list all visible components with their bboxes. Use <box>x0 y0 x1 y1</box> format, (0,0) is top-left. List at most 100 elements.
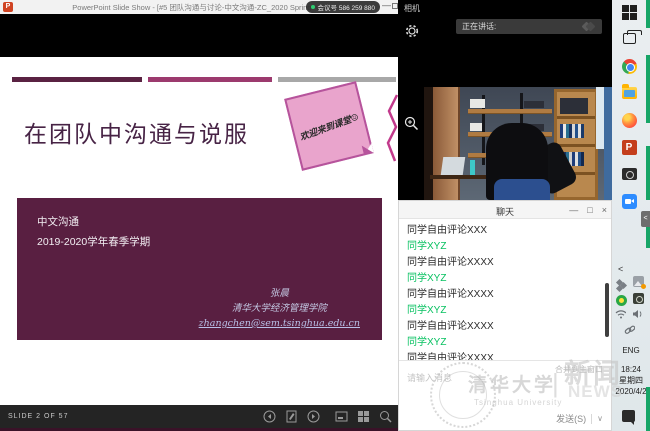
chat-message: 同学自由评论XXXX <box>407 319 597 335</box>
chrome-icon[interactable] <box>621 58 637 74</box>
settings-gear-icon[interactable] <box>405 24 419 38</box>
system-tray: < ENG 18:24 星期四 2020/4/2 <box>612 262 650 273</box>
tencent-meeting-icon[interactable] <box>621 193 637 209</box>
see-all-slides-icon[interactable] <box>357 410 370 423</box>
author-affiliation: 清华大学经济管理学院 <box>199 301 360 316</box>
camera-app-icon[interactable] <box>621 166 637 182</box>
clock-time: 18:24 <box>612 364 650 375</box>
minimize-button[interactable]: — <box>382 0 391 10</box>
meeting-video-panel: 相机 正在讲话: <box>398 0 612 200</box>
task-view-icon[interactable] <box>621 31 637 47</box>
dropbox-icon[interactable] <box>616 280 627 291</box>
speaking-indicator-bar: 正在讲话: <box>456 19 602 34</box>
door-opening <box>424 87 433 200</box>
powerpoint-window: P PowerPoint Slide Show - [#5 团队沟通与讨论-中文… <box>0 0 398 431</box>
chat-header[interactable]: 聊天 — □ × <box>399 201 611 219</box>
speaking-label: 正在讲话: <box>462 21 583 32</box>
desk <box>430 175 488 179</box>
camera-label: 相机 <box>404 3 420 14</box>
start-icon[interactable] <box>621 4 637 20</box>
clock-weekday: 星期四 <box>612 375 650 386</box>
language-indicator[interactable]: ENG <box>612 346 650 355</box>
author-name: 张晨 <box>199 286 360 301</box>
recording-dot-icon <box>311 5 315 9</box>
chat-message: 同学自由评论XXXX <box>407 255 597 271</box>
presenter-toolbar: SLIDE 2 OF 57 <box>0 405 398 428</box>
merge-to-main-link[interactable]: 合并到主窗口 <box>555 364 603 375</box>
books <box>560 124 584 138</box>
shelf-item <box>524 101 544 108</box>
chat-maximize-button[interactable]: □ <box>587 205 592 215</box>
storage-box <box>470 123 482 131</box>
open-door <box>433 87 460 200</box>
sticky-fold-shadow <box>362 143 374 155</box>
wall-shelf <box>468 109 552 114</box>
author-email-link[interactable]: zhangchen@sem.tsinghua.edu.cn <box>199 318 360 329</box>
author-credit: 张晨 清华大学经济管理学院 zhangchen@sem.tsinghua.edu… <box>199 286 360 331</box>
taskbar: P < < ENG 18:24 星期四 2020/4/2 <box>612 0 650 431</box>
zoom-in-magnifier-icon[interactable] <box>404 116 419 131</box>
blue-curtain <box>604 87 612 200</box>
link-icon[interactable] <box>624 324 635 335</box>
desktop-screen: P PowerPoint Slide Show - [#5 团队沟通与讨论-中文… <box>0 0 650 431</box>
sticky-note: 欢迎来到课堂☺ <box>284 81 374 171</box>
chat-scrollbar-thumb[interactable] <box>605 283 609 337</box>
chat-message: 同学XYZ <box>407 271 597 287</box>
chat-message: 同学自由评论XXX <box>407 223 597 239</box>
webcam-video-feed[interactable] <box>424 87 612 200</box>
course-name: 中文沟通 <box>37 214 79 229</box>
chat-message: 同学XYZ <box>407 303 597 319</box>
laptop <box>441 157 466 175</box>
taskbar-clock[interactable]: 18:24 星期四 2020/4/2 <box>612 364 650 397</box>
photos-icon[interactable] <box>633 276 644 287</box>
pen-annotate-icon[interactable] <box>285 410 298 423</box>
edge-strip <box>646 387 650 431</box>
action-center-icon[interactable] <box>622 410 635 422</box>
slide-canvas[interactable]: 在团队中沟通与说服 欢迎来到课堂☺ 中文沟通 2019-2020学年春季学期 张… <box>0 57 398 405</box>
slide-title: 在团队中沟通与说服 <box>24 115 249 149</box>
clock-date: 2020/4/2 <box>612 386 650 397</box>
chat-minimize-button[interactable]: — <box>569 205 578 215</box>
meeting-id-text: 会议号 586 259 880 <box>318 2 375 12</box>
edge-strip <box>646 146 650 200</box>
send-button[interactable]: 发送(S) <box>556 412 586 425</box>
firefox-icon[interactable] <box>621 112 637 128</box>
course-info-box: 中文沟通 2019-2020学年春季学期 张晨 清华大学经济管理学院 zhang… <box>17 198 382 340</box>
magenta-ribbon-decoration <box>384 93 398 163</box>
security-green-icon[interactable] <box>616 295 627 306</box>
file-explorer-icon[interactable] <box>621 85 637 101</box>
next-slide-icon[interactable] <box>307 410 320 423</box>
speaker-icon[interactable] <box>632 309 643 320</box>
edge-strip <box>646 0 650 28</box>
send-options-chevron-icon[interactable]: ∨ <box>597 414 603 423</box>
previous-slide-icon[interactable] <box>263 410 276 423</box>
ppt-titlebar[interactable]: P PowerPoint Slide Show - [#5 团队沟通与讨论-中文… <box>0 0 398 14</box>
course-term: 2019-2020学年春季学期 <box>37 234 150 249</box>
hidden-icons-chevron[interactable]: < <box>618 264 623 274</box>
binders <box>560 98 588 114</box>
panel-collapse-handle[interactable]: < <box>641 211 650 227</box>
slideshow-letterbox <box>0 14 398 57</box>
capture-camera-icon[interactable] <box>633 293 644 304</box>
meeting-id-badge[interactable]: 会议号 586 259 880 <box>306 1 380 13</box>
chat-close-button[interactable]: × <box>602 205 607 215</box>
chair-cushion <box>494 179 550 200</box>
slide-count-label: SLIDE 2 OF 57 <box>8 413 68 420</box>
chat-window: 聊天 — □ × 同学自由评论XXX同学XYZ同学自由评论XXXX同学XYZ同学… <box>398 200 612 431</box>
wifi-icon[interactable] <box>615 309 626 320</box>
slide-accent-bar-gray <box>278 77 396 82</box>
edge-strip <box>646 227 650 248</box>
storage-box <box>470 99 485 108</box>
chat-input-placeholder[interactable]: 请输入消息 <box>407 371 452 384</box>
slide-accent-bar-magenta <box>148 77 272 82</box>
caption-icon[interactable] <box>335 410 348 423</box>
chat-input-area[interactable]: 合并到主窗口 请输入消息 发送(S) ∨ <box>399 360 611 430</box>
chat-message: 同学XYZ <box>407 239 597 255</box>
meeting-logo-icon <box>583 23 594 30</box>
powerpoint-icon[interactable]: P <box>621 139 637 155</box>
zoom-slide-icon[interactable] <box>379 410 392 423</box>
chat-message: 同学XYZ <box>407 335 597 351</box>
chat-message-list[interactable]: 同学自由评论XXX同学XYZ同学自由评论XXXX同学XYZ同学自由评论XXXX同… <box>407 223 597 367</box>
teal-bottle <box>470 160 475 175</box>
send-divider <box>591 414 592 424</box>
